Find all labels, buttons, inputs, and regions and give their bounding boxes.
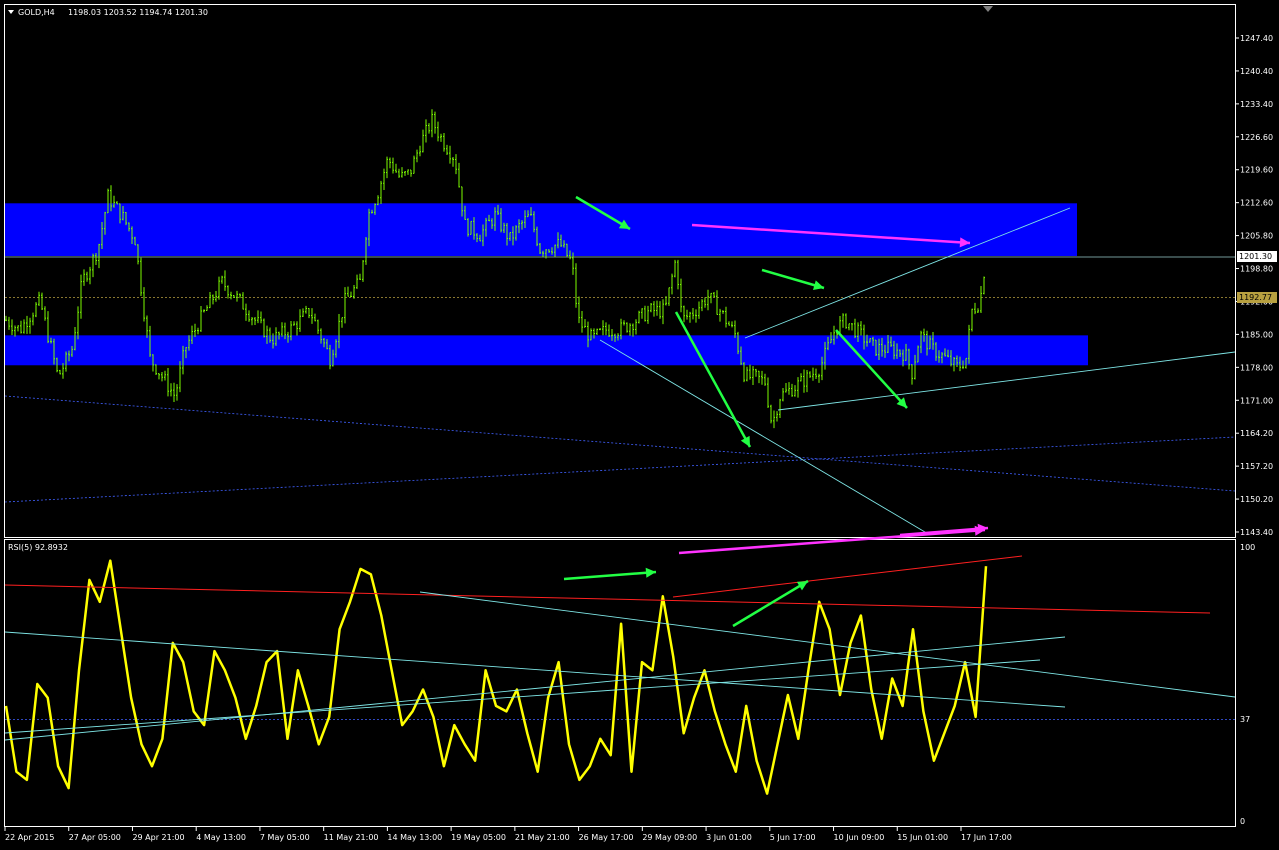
price-label: 1164.20 xyxy=(1240,429,1273,438)
time-label: 5 Jun 17:00 xyxy=(770,833,816,842)
price-label: 1185.00 xyxy=(1240,330,1273,339)
gold-h4-chart[interactable]: 1247.40 1240.40 1233.40 1226.60 1219.60 1212.… xyxy=(0,0,1279,850)
time-label: 26 May 17:00 xyxy=(579,833,634,842)
price-label: 1198.80 xyxy=(1240,265,1273,274)
price-label: 1233.40 xyxy=(1240,100,1273,109)
ohlc-values: 1198.03 1203.52 1194.74 1201.30 xyxy=(68,8,208,17)
price-label: 1219.60 xyxy=(1240,166,1273,175)
current-price-text: 1201.30 xyxy=(1239,252,1272,261)
time-label: 22 Apr 2015 xyxy=(5,833,54,842)
price-label: 1143.40 xyxy=(1240,528,1273,537)
rsi-scale-level: 37 xyxy=(1240,715,1250,724)
time-label: 3 Jun 01:00 xyxy=(706,833,752,842)
rsi-scale-top: 100 xyxy=(1240,543,1255,552)
sr-zone xyxy=(5,203,1077,257)
time-label: 21 May 21:00 xyxy=(515,833,570,842)
time-label: 4 May 13:00 xyxy=(196,833,246,842)
time-label: 10 Jun 09:00 xyxy=(834,833,885,842)
main-price-panel[interactable] xyxy=(4,4,1236,538)
price-label: 1240.40 xyxy=(1240,67,1273,76)
rsi-label: RSI(5) 92.8932 xyxy=(8,543,68,552)
price-label: 1205.80 xyxy=(1240,232,1273,241)
price-label: 1150.20 xyxy=(1240,495,1273,504)
time-label: 17 Jun 17:00 xyxy=(961,833,1012,842)
time-label: 7 May 05:00 xyxy=(260,833,310,842)
price-axis: 1247.40 1240.40 1233.40 1226.60 1219.60 1212.… xyxy=(1235,34,1273,537)
price-label: 1171.00 xyxy=(1240,396,1273,405)
price-label: 1157.20 xyxy=(1240,462,1273,471)
rsi-scale-bottom: 0 xyxy=(1240,817,1245,826)
time-label: 19 May 05:00 xyxy=(451,833,506,842)
price-label: 1178.00 xyxy=(1240,363,1273,372)
price-label: 1247.40 xyxy=(1240,34,1273,43)
dotted-price-text: 1192.77 xyxy=(1239,293,1272,302)
price-label: 1226.60 xyxy=(1240,133,1273,142)
symbol-label: GOLD,H4 xyxy=(18,8,55,17)
time-label: 27 Apr 05:00 xyxy=(69,833,121,842)
time-label: 11 May 21:00 xyxy=(324,833,379,842)
time-axis: 22 Apr 2015 27 Apr 05:00 29 Apr 21:00 4 May… xyxy=(4,827,1012,842)
time-label: 15 Jun 01:00 xyxy=(897,833,948,842)
price-label: 1212.60 xyxy=(1240,199,1273,208)
sr-zone xyxy=(5,335,1088,366)
rsi-panel[interactable] xyxy=(4,539,1236,827)
time-label: 29 Apr 21:00 xyxy=(132,833,184,842)
time-label: 29 May 09:00 xyxy=(642,833,697,842)
time-label: 14 May 13:00 xyxy=(387,833,442,842)
